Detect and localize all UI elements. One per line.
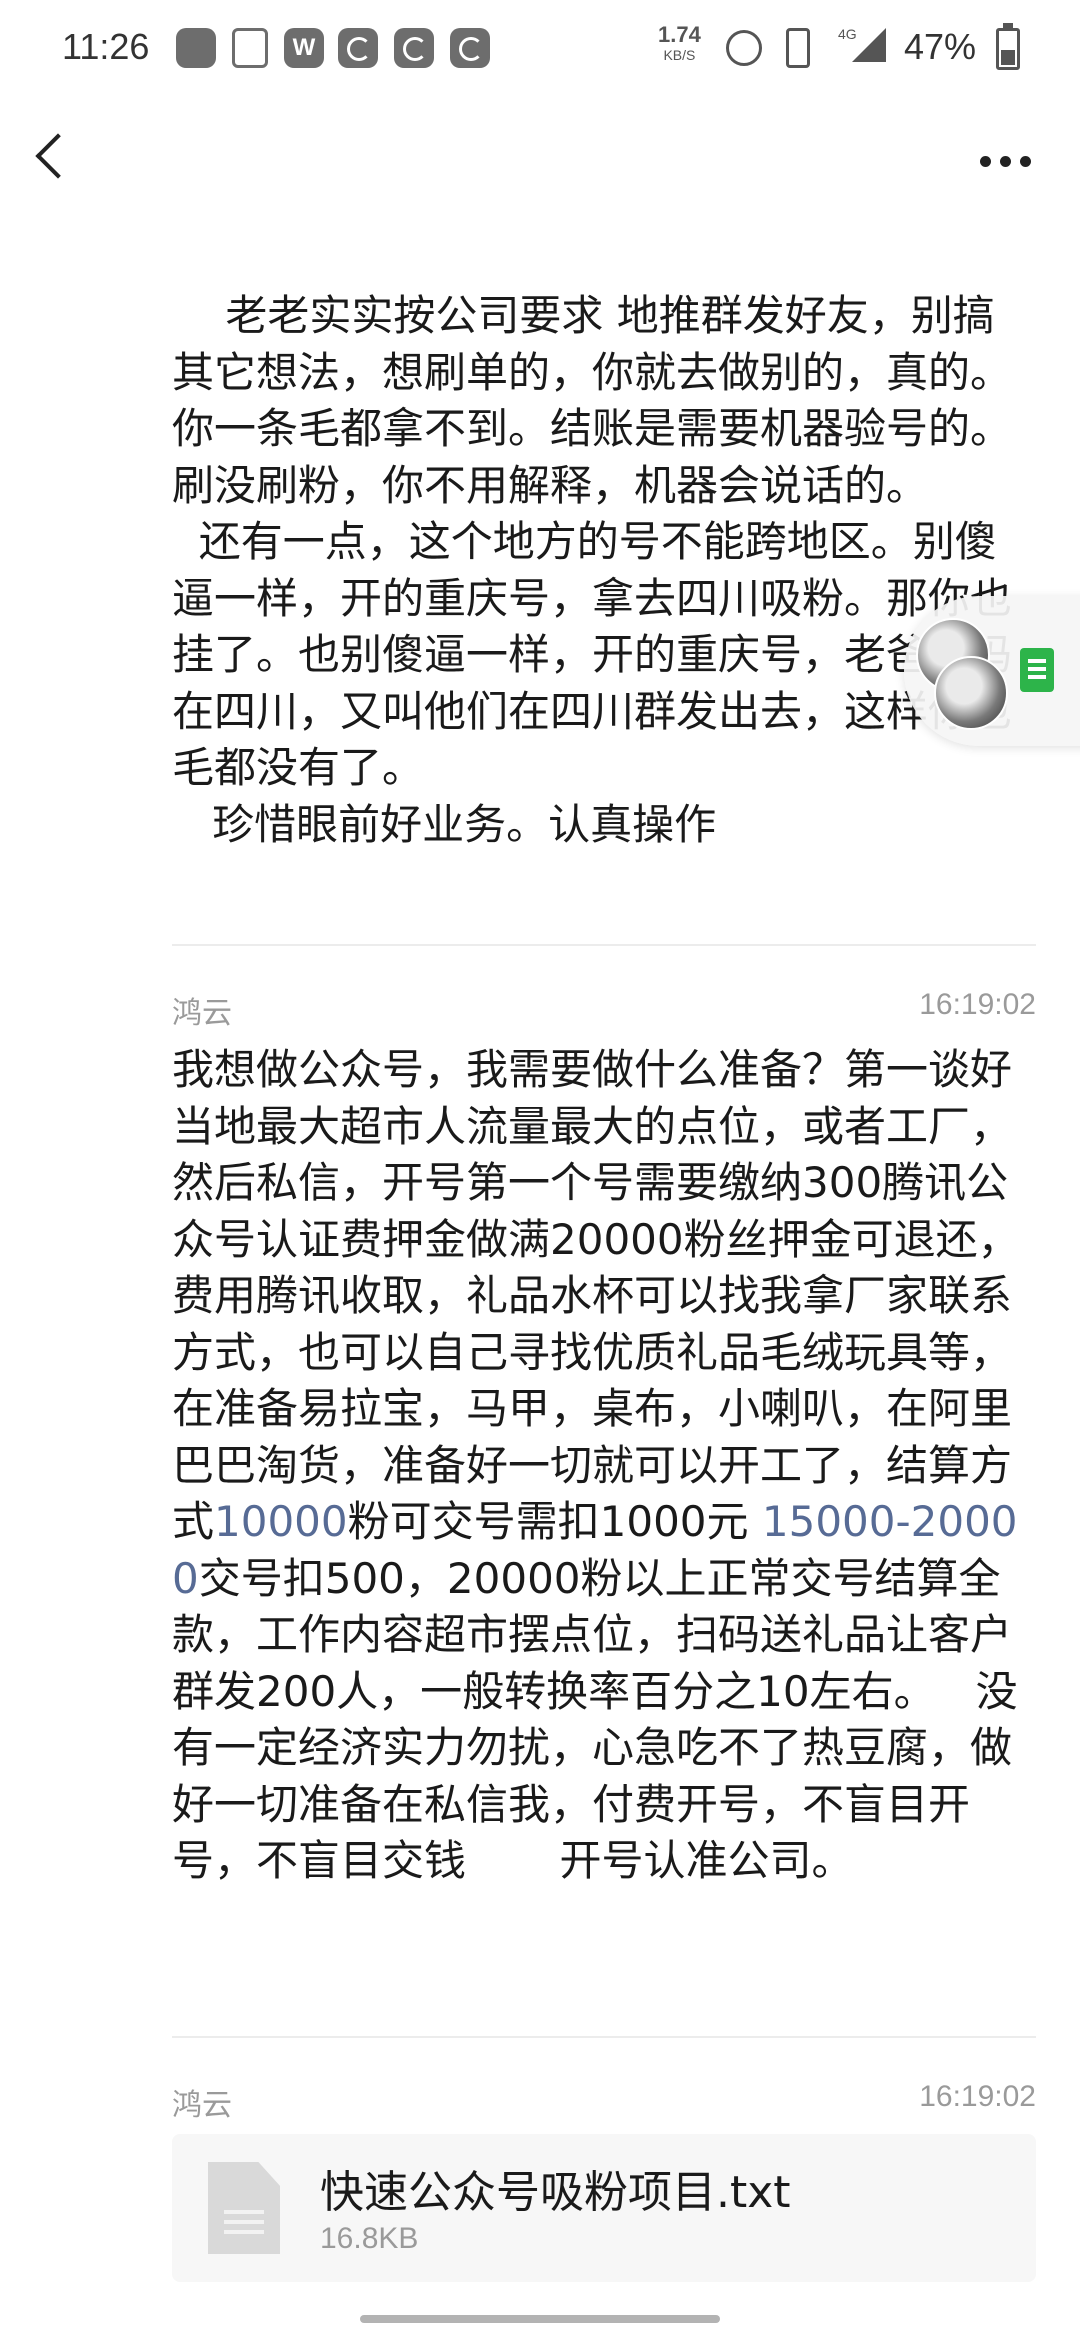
message-time: 16:19:02 [919,988,1036,1021]
file-attachment-card[interactable]: 快速公众号吸粉项目.txt 16.8KB [172,2134,1036,2282]
avatar [934,656,1008,730]
document-icon [1020,648,1054,692]
more-options-icon[interactable] [980,156,1032,168]
message-divider [172,944,1036,946]
file-name: 快速公众号吸粉项目.txt [320,2167,791,2218]
alarm-icon [726,30,762,66]
battery-icon [996,23,1020,70]
app-notification-icon [176,28,216,68]
sync-notification-icon-3 [450,28,490,68]
message-text: 老老实实按公司要求 地推群发好友，别搞其它想法，想刷单的，你就去做别的，真的。你… [172,291,1013,849]
home-indicator[interactable] [360,2315,720,2323]
file-size: 16.8KB [320,2222,419,2255]
network-speed: 1.74 KB/S [658,22,701,63]
network-speed-value: 1.74 [658,22,701,47]
signal-icon [852,28,886,62]
message-time: 16:19:02 [919,2080,1036,2113]
message-sender: 鸿云 [172,996,232,1031]
message-text-part: 交号扣500，20000粉以上正常交号结算全款，工作内容超市摆点位，扫码送礼品让… [172,1553,1018,1886]
message-divider [172,2036,1036,2038]
phone-number-link[interactable]: 10000 [214,1497,348,1546]
text-file-icon [208,2162,280,2254]
vibrate-icon [786,28,810,68]
back-icon[interactable] [35,133,81,179]
sync-notification-icon-2 [394,28,434,68]
sync-notification-icon [338,28,378,68]
message-text-part: 粉可交号需扣1000元 [347,1497,762,1546]
document-notification-icon [232,28,268,68]
status-bar: 11:26 1.74 KB/S 4G 47% [0,0,1080,100]
status-time: 11:26 [62,26,150,67]
chat-header [0,100,1080,220]
battery-percent: 47% [904,26,977,67]
floating-window-bubble[interactable] [904,596,1080,746]
message-text-part: 我想做公众号，我需要做什么准备？第一谈好当地最大超市人流量最大的点位，或者工厂，… [172,1045,1020,1546]
network-speed-unit: KB/S [663,47,696,63]
message-text: 我想做公众号，我需要做什么准备？第一谈好当地最大超市人流量最大的点位，或者工厂，… [172,1042,1022,1890]
w-app-notification-icon [284,28,324,68]
message-sender: 鸿云 [172,2088,232,2123]
